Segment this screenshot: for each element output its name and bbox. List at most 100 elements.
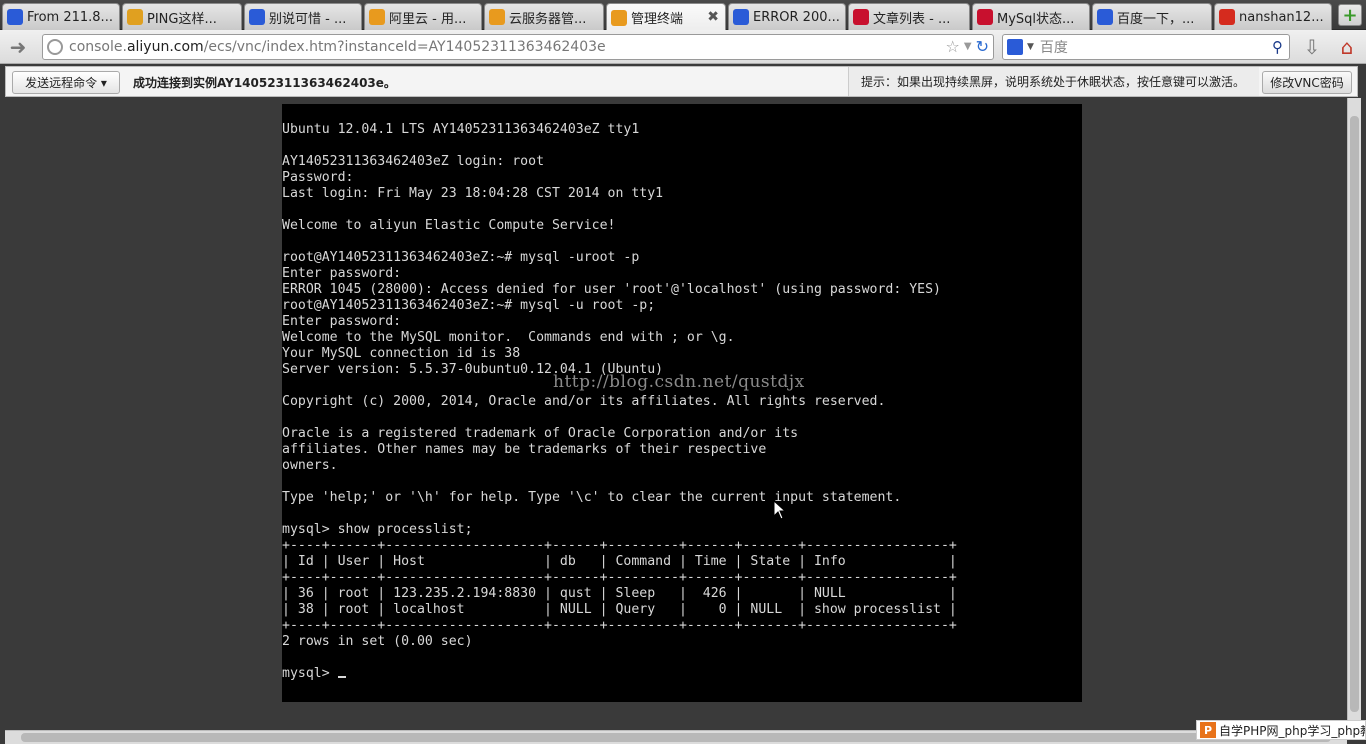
csdn-icon [977, 9, 993, 25]
address-bar[interactable]: console. aliyun.com/ecs/vnc/index.htm?ins… [42, 34, 994, 60]
terminal-line: | 36 | root | 123.235.2.194:8830 | qust … [282, 586, 957, 601]
terminal-line: Enter password: [282, 314, 402, 329]
download-icon[interactable]: ⇩ [1300, 35, 1324, 59]
vertical-scrollbar[interactable] [1347, 98, 1361, 730]
search-icon[interactable]: ⚲ [1272, 38, 1283, 56]
url-path: /ecs/vnc/index.htm?instanceId=AY14052311… [203, 39, 606, 55]
new-tab-button[interactable]: + [1338, 4, 1362, 26]
terminal-line: root@AY14052311363462403eZ:~# mysql -uro… [282, 250, 640, 265]
vnc-toolbar: 发送远程命令 ▾ 成功连接到实例AY14052311363462403e。 提示… [5, 66, 1358, 97]
hint-label: 提示：如果出现持续黑屏，说明系统处于休眠状态，按任意键可以激活。 [861, 75, 1246, 89]
browser-tab[interactable]: 别说可惜 - ... [244, 3, 362, 30]
tab-title: PING这样... [147, 11, 217, 27]
terminal-line: +----+------+--------------------+------… [282, 570, 957, 585]
browser-tab[interactable]: 文章列表 - ... [848, 3, 970, 30]
terminal-line: Ubuntu 12.04.1 LTS AY14052311363462403eZ… [282, 122, 640, 137]
browser-tab[interactable]: nanshan12... [1214, 3, 1332, 30]
tab-title: ERROR 200... [753, 9, 840, 25]
terminal-line: affiliates. Other names may be trademark… [282, 442, 767, 457]
browser-tab[interactable]: 管理终端 ✖ [606, 3, 726, 31]
browser-tab[interactable]: 阿里云 - 用... [364, 3, 482, 30]
terminal-line: Last login: Fri May 23 18:04:28 CST 2014… [282, 186, 664, 201]
tab-title: 百度一下，... [1117, 11, 1195, 27]
scrollbar-thumb[interactable] [21, 733, 1331, 742]
terminal-line: Welcome to the MySQL monitor. Commands e… [282, 330, 735, 345]
url-prefix: console. [69, 39, 127, 55]
tab-title: nanshan12... [1239, 9, 1324, 25]
browser-tab[interactable]: ERROR 200... [728, 3, 846, 30]
engine-dropdown-icon[interactable]: ▼ [1027, 42, 1034, 52]
url-domain: aliyun.com [126, 39, 204, 55]
tab-title: 别说可惜 - ... [269, 11, 347, 27]
bookmark-star-icon[interactable]: ☆ [946, 37, 960, 56]
horizontal-scrollbar[interactable] [5, 730, 1347, 744]
mouse-pointer-icon [773, 500, 787, 520]
terminal-line: 2 rows in set (0.00 sec) [282, 634, 473, 649]
baidu-zhidao-icon [127, 9, 143, 25]
terminal-line: Copyright (c) 2000, 2014, Oracle and/or … [282, 394, 886, 409]
search-placeholder: 百度 [1039, 40, 1068, 56]
baidu-paw-icon [733, 9, 749, 25]
back-arrow-icon[interactable]: ➜ [6, 35, 30, 59]
badge-text: 自学PHP网_php学习_php教程 [1219, 723, 1365, 738]
tab-title: From 211.8... [27, 9, 113, 25]
php-logo-icon: P [1200, 722, 1216, 738]
terminal-line: owners. [282, 458, 338, 473]
browser-tab[interactable]: 百度一下，... [1092, 3, 1212, 30]
scrollbar-thumb[interactable] [1350, 116, 1359, 712]
terminal-line: AY14052311363462403eZ login: root [282, 154, 545, 169]
aliyun-icon [369, 9, 385, 25]
baidu-paw-icon [249, 9, 265, 25]
baidu-engine-icon[interactable] [1007, 39, 1023, 55]
vnc-terminal[interactable]: Ubuntu 12.04.1 LTS AY14052311363462403eZ… [282, 104, 1082, 702]
terminal-line: Type 'help;' or '\h' for help. Type '\c'… [282, 490, 902, 505]
hint-text: 提示：如果出现持续黑屏，说明系统处于休眠状态，按任意键可以激活。 [848, 67, 1259, 96]
navigation-bar: ➜ console. aliyun.com/ecs/vnc/index.htm?i… [0, 30, 1366, 64]
terminal-line: +----+------+--------------------+------… [282, 618, 957, 633]
terminal-line: Password: [282, 170, 354, 185]
browser-tab[interactable]: MySql状态... [972, 3, 1090, 30]
aliyun-icon [611, 9, 627, 26]
terminal-line: Enter password: [282, 266, 402, 281]
terminal-line: root@AY14052311363462403eZ:~# mysql -u r… [282, 298, 656, 313]
tab-title: 文章列表 - ... [873, 11, 951, 27]
browser-tab[interactable]: From 211.8... [2, 3, 120, 30]
tab-title: 阿里云 - 用... [389, 11, 467, 27]
terminal-line: mysql> show processlist; [282, 522, 473, 537]
baidu-paw-icon [7, 9, 23, 25]
reload-icon[interactable]: ↻ [976, 37, 989, 56]
terminal-line: Oracle is a registered trademark of Orac… [282, 426, 799, 441]
terminal-line: +----+------+--------------------+------… [282, 538, 957, 553]
dropdown-arrow-icon[interactable]: ▼ [964, 41, 972, 52]
csdn-icon [853, 9, 869, 25]
home-icon[interactable]: ⌂ [1334, 35, 1360, 59]
terminal-line: | 38 | root | localhost | NULL | Query |… [282, 602, 957, 617]
tab-title: 云服务器管... [509, 11, 587, 27]
tab-title: MySql状态... [997, 11, 1075, 27]
aliyun-icon [489, 9, 505, 25]
watermark: http://blog.csdn.net/qustdjx [553, 372, 805, 392]
terminal-line: ERROR 1045 (28000): Access denied for us… [282, 282, 941, 297]
connection-status: 成功连接到实例AY14052311363462403e。 [133, 76, 396, 90]
browser-tab[interactable]: PING这样... [122, 3, 242, 30]
terminal-line: Your MySQL connection id is 38 [282, 346, 521, 361]
terminal-prompt: mysql> [282, 666, 338, 681]
text-cursor [337, 676, 346, 678]
tab-strip: From 211.8... PING这样... 别说可惜 - ... 阿里云 - 用.… [0, 0, 1366, 31]
change-vnc-password-button[interactable]: 修改VNC密码 [1262, 71, 1352, 94]
weibo-icon [1219, 9, 1235, 25]
search-box[interactable]: ▼ 百度 ⚲ [1002, 34, 1290, 60]
terminal-line: Welcome to aliyun Elastic Compute Servic… [282, 218, 616, 233]
tab-title: 管理终端 [631, 12, 684, 27]
baidu-paw-icon [1097, 9, 1113, 25]
browser-tab[interactable]: 云服务器管... [484, 3, 604, 30]
send-remote-command-button[interactable]: 发送远程命令 ▾ [12, 71, 120, 94]
close-tab-icon[interactable]: ✖ [707, 9, 719, 25]
